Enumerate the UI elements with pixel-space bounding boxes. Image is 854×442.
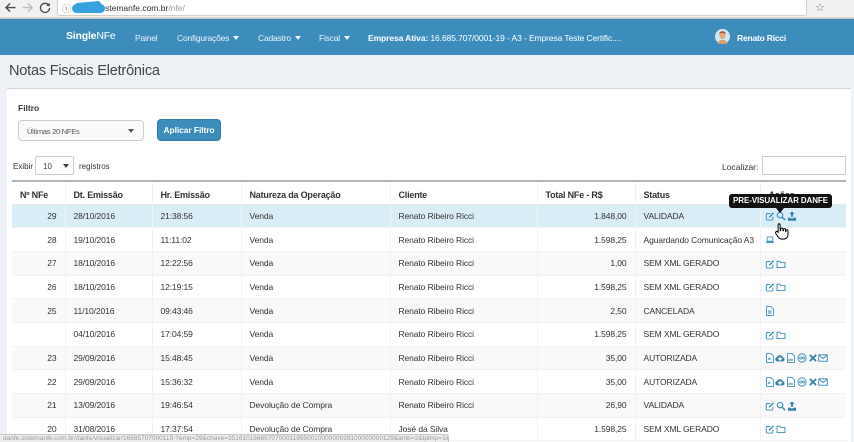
svg-text:db: db: [789, 357, 794, 362]
svg-text:db: db: [789, 381, 794, 386]
